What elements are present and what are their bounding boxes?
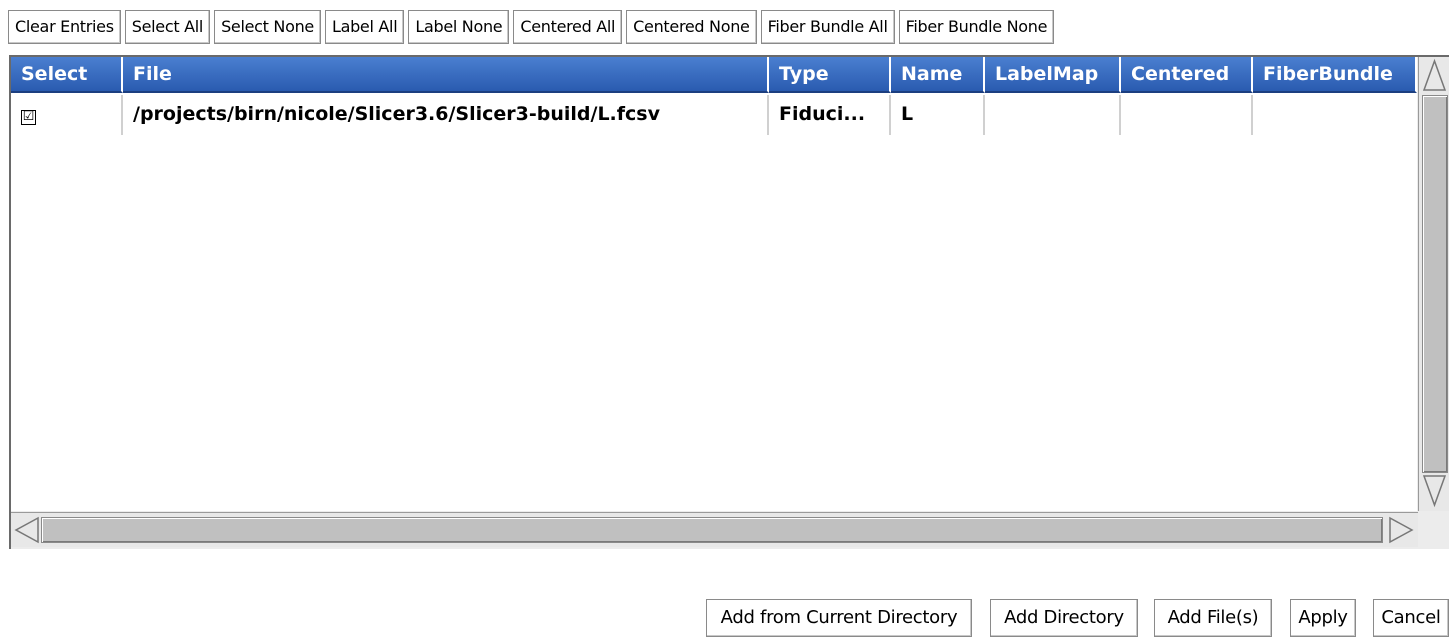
select-none-button[interactable]: Select None bbox=[214, 10, 321, 44]
centered-all-button[interactable]: Centered All bbox=[513, 10, 623, 44]
labelmap-cell[interactable] bbox=[985, 95, 1121, 135]
add-directory-button[interactable]: Add Directory bbox=[990, 599, 1138, 637]
table-header: Select File Type Name LabelMap Centered … bbox=[11, 57, 1417, 93]
fiber-bundle-none-button[interactable]: Fiber Bundle None bbox=[898, 10, 1055, 44]
triangle-down-icon[interactable] bbox=[1421, 473, 1448, 509]
cancel-button[interactable]: Cancel bbox=[1373, 599, 1449, 637]
file-cell[interactable]: /projects/birn/nicole/Slicer3.6/Slicer3-… bbox=[123, 95, 769, 135]
column-header-type[interactable]: Type bbox=[769, 57, 891, 93]
add-from-current-directory-button[interactable]: Add from Current Directory bbox=[706, 599, 972, 637]
table-row[interactable]: ☑ /projects/birn/nicole/Slicer3.6/Slicer… bbox=[11, 95, 1417, 135]
add-files-button[interactable]: Add File(s) bbox=[1154, 599, 1272, 637]
label-all-button[interactable]: Label All bbox=[324, 10, 405, 44]
column-header-file[interactable]: File bbox=[123, 57, 769, 93]
triangle-up-icon[interactable] bbox=[1421, 57, 1448, 93]
label-none-button[interactable]: Label None bbox=[408, 10, 510, 44]
fiber-bundle-all-button[interactable]: Fiber Bundle All bbox=[760, 10, 895, 44]
type-cell[interactable]: Fiduci... bbox=[769, 95, 891, 135]
centered-none-button[interactable]: Centered None bbox=[626, 10, 757, 44]
fiberbundle-cell[interactable] bbox=[1253, 95, 1417, 135]
select-checkbox[interactable]: ☑ bbox=[21, 110, 36, 125]
column-header-select[interactable]: Select bbox=[11, 57, 123, 93]
column-header-fiberbundle[interactable]: FiberBundle bbox=[1253, 57, 1417, 93]
file-table[interactable]: Select File Type Name LabelMap Centered … bbox=[11, 57, 1417, 511]
vertical-scrollbar[interactable] bbox=[1418, 57, 1449, 511]
horizontal-scrollbar[interactable] bbox=[11, 512, 1418, 547]
triangle-left-icon[interactable] bbox=[13, 515, 41, 545]
name-cell[interactable]: L bbox=[891, 95, 985, 135]
triangle-right-icon[interactable] bbox=[1387, 515, 1415, 545]
clear-entries-button[interactable]: Clear Entries bbox=[8, 10, 121, 44]
column-header-labelmap[interactable]: LabelMap bbox=[985, 57, 1121, 93]
horizontal-scroll-thumb[interactable] bbox=[41, 517, 1383, 543]
select-cell[interactable]: ☑ bbox=[11, 95, 123, 135]
apply-button[interactable]: Apply bbox=[1290, 599, 1356, 637]
select-all-button[interactable]: Select All bbox=[124, 10, 211, 44]
toolbar: Clear Entries Select All Select None Lab… bbox=[8, 10, 1058, 44]
centered-cell[interactable] bbox=[1121, 95, 1253, 135]
column-header-centered[interactable]: Centered bbox=[1121, 57, 1253, 93]
vertical-scroll-thumb[interactable] bbox=[1422, 95, 1448, 473]
column-header-name[interactable]: Name bbox=[891, 57, 985, 93]
